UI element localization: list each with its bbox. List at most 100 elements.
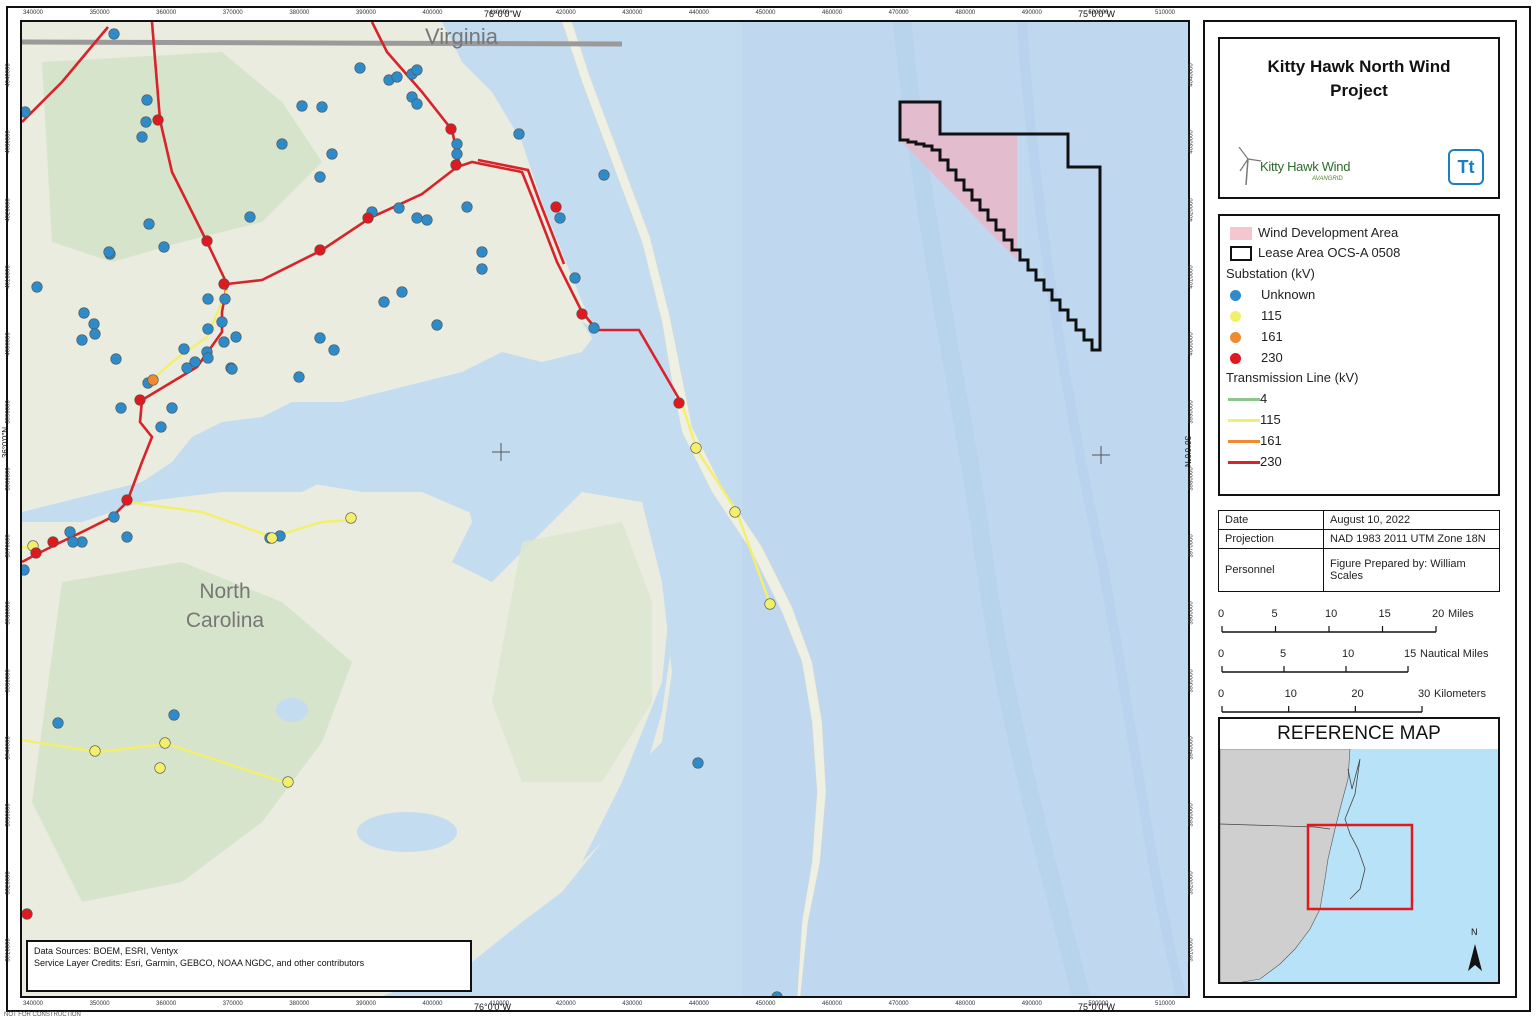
substation-unknown[interactable] [202, 352, 214, 364]
substation-unknown[interactable] [451, 148, 463, 160]
substation-unknown[interactable] [22, 106, 31, 118]
main-map[interactable] [20, 20, 1190, 998]
substation-115kv[interactable] [282, 776, 294, 788]
substation-unknown[interactable] [52, 717, 64, 729]
substation-115kv[interactable] [690, 442, 702, 454]
substation-unknown[interactable] [411, 212, 423, 224]
scale-bar-graphic [1221, 706, 1423, 713]
substation-unknown[interactable] [431, 319, 443, 331]
substation-unknown[interactable] [396, 286, 408, 298]
substation-230kv[interactable] [47, 536, 59, 548]
substation-unknown[interactable] [64, 526, 76, 538]
substation-unknown[interactable] [328, 344, 340, 356]
substation-unknown[interactable] [216, 316, 228, 328]
substation-unknown[interactable] [276, 138, 288, 150]
substation-unknown[interactable] [136, 131, 148, 143]
substation-230kv[interactable] [218, 278, 230, 290]
substation-unknown[interactable] [115, 402, 127, 414]
substation-230kv[interactable] [152, 114, 164, 126]
substation-115kv[interactable] [159, 737, 171, 749]
substation-115kv[interactable] [345, 512, 357, 524]
substation-unknown[interactable] [76, 334, 88, 346]
lon-label-top-right: 75°0'0"W [1078, 9, 1116, 19]
substation-115kv[interactable] [729, 506, 741, 518]
reference-map[interactable]: REFERENCE MAP N [1218, 717, 1500, 984]
substation-unknown[interactable] [103, 246, 115, 258]
substation-unknown[interactable] [226, 363, 238, 375]
substation-unknown[interactable] [67, 536, 79, 548]
substation-unknown[interactable] [121, 531, 133, 543]
substation-unknown[interactable] [108, 28, 120, 40]
substation-unknown[interactable] [78, 307, 90, 319]
substation-unknown[interactable] [202, 323, 214, 335]
substation-unknown[interactable] [598, 169, 610, 181]
substation-unknown[interactable] [391, 71, 403, 83]
substation-unknown[interactable] [354, 62, 366, 74]
substation-unknown[interactable] [326, 148, 338, 160]
substation-unknown[interactable] [296, 100, 308, 112]
substation-230kv[interactable] [201, 235, 213, 247]
substation-230kv[interactable] [134, 394, 146, 406]
substation-unknown[interactable] [476, 263, 488, 275]
substation-unknown[interactable] [168, 709, 180, 721]
substation-unknown[interactable] [314, 332, 326, 344]
substation-unknown[interactable] [155, 421, 167, 433]
substation-unknown[interactable] [141, 94, 153, 106]
substation-unknown[interactable] [219, 293, 231, 305]
substation-230kv[interactable] [121, 494, 133, 506]
substation-unknown[interactable] [692, 757, 704, 769]
substation-unknown[interactable] [378, 296, 390, 308]
substation-115kv[interactable] [89, 745, 101, 757]
substation-unknown[interactable] [31, 281, 43, 293]
northing-tick-label: 3920000 [5, 871, 12, 895]
substation-unknown[interactable] [158, 241, 170, 253]
legend-label: 115 [1261, 308, 1282, 323]
substation-unknown[interactable] [218, 336, 230, 348]
substation-unknown[interactable] [293, 371, 305, 383]
substation-230kv[interactable] [22, 908, 33, 920]
substation-unknown[interactable] [88, 318, 100, 330]
easting-tick-label: 490000 [1021, 1001, 1042, 1007]
substation-unknown[interactable] [89, 328, 101, 340]
scale-tick-label: 0 [1218, 608, 1225, 620]
legend-label: 230 [1261, 350, 1283, 365]
substation-unknown[interactable] [316, 101, 328, 113]
easting-tick-label: 360000 [156, 10, 177, 16]
substation-115kv[interactable] [154, 762, 166, 774]
substation-230kv[interactable] [362, 212, 374, 224]
substation-unknown[interactable] [110, 353, 122, 365]
substation-unknown[interactable] [140, 116, 152, 128]
substation-unknown[interactable] [314, 171, 326, 183]
easting-tick-label: 470000 [888, 1001, 909, 1007]
substation-unknown[interactable] [230, 331, 242, 343]
substation-230kv[interactable] [30, 547, 42, 559]
substation-230kv[interactable] [314, 244, 326, 256]
substation-230kv[interactable] [550, 201, 562, 213]
substation-unknown[interactable] [461, 201, 473, 213]
substation-unknown[interactable] [554, 212, 566, 224]
substation-unknown[interactable] [181, 362, 193, 374]
substation-unknown[interactable] [244, 211, 256, 223]
substation-unknown[interactable] [108, 511, 120, 523]
data-sources-text: Data Sources: BOEM, ESRI, Ventyx [34, 946, 179, 956]
substation-unknown[interactable] [569, 272, 581, 284]
substation-unknown[interactable] [202, 293, 214, 305]
substation-unknown[interactable] [166, 402, 178, 414]
substation-230kv[interactable] [450, 159, 462, 171]
substation-115kv[interactable] [266, 532, 278, 544]
substation-230kv[interactable] [576, 308, 588, 320]
substation-161kv[interactable] [147, 374, 159, 386]
substation-115kv[interactable] [764, 598, 776, 610]
substation-unknown[interactable] [411, 98, 423, 110]
substation-230kv[interactable] [445, 123, 457, 135]
substation-unknown[interactable] [178, 343, 190, 355]
substation-unknown[interactable] [421, 214, 433, 226]
substation-unknown[interactable] [588, 322, 600, 334]
substation-unknown[interactable] [143, 218, 155, 230]
substation-unknown[interactable] [513, 128, 525, 140]
substation-unknown[interactable] [451, 138, 463, 150]
substation-unknown[interactable] [476, 246, 488, 258]
substation-230kv[interactable] [673, 397, 685, 409]
substation-unknown[interactable] [393, 202, 405, 214]
substation-unknown[interactable] [411, 64, 423, 76]
